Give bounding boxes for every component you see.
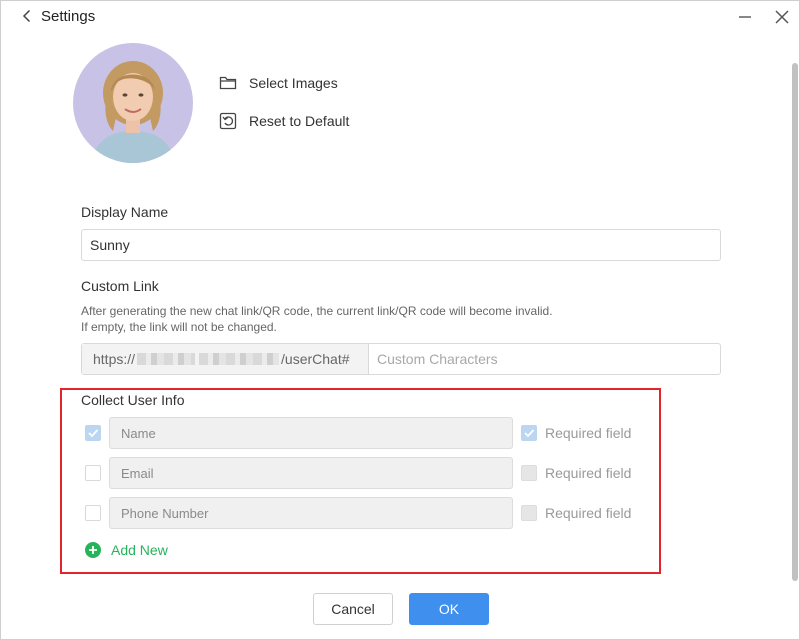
check-icon <box>88 429 99 438</box>
avatar-portrait <box>73 43 193 163</box>
custom-link-hint-2: If empty, the link will not be changed. <box>81 320 277 334</box>
name-required-label: Required field <box>545 425 632 441</box>
email-required-label: Required field <box>545 465 632 481</box>
phone-field-checkbox[interactable] <box>85 505 101 521</box>
email-field-placeholder: Email <box>121 465 154 481</box>
reset-default-label: Reset to Default <box>249 113 350 129</box>
custom-link-prefix: https:// /userChat# <box>82 344 369 374</box>
custom-characters-input[interactable]: Custom Characters <box>369 344 720 374</box>
name-required-checkbox[interactable] <box>521 425 537 441</box>
link-prefix-start: https:// <box>93 351 136 367</box>
select-images-button[interactable]: Select Images <box>219 72 338 94</box>
add-new-label: Add New <box>111 542 168 558</box>
reset-default-button[interactable]: Reset to Default <box>219 110 349 132</box>
close-icon[interactable] <box>774 9 790 25</box>
collect-user-info-label: Collect User Info <box>81 392 185 408</box>
display-name-value: Sunny <box>90 237 130 253</box>
name-field-checkbox[interactable] <box>85 425 101 441</box>
settings-window: Settings Select Images Reset to Default … <box>0 0 800 640</box>
chevron-left-icon[interactable] <box>19 8 35 24</box>
reset-icon <box>219 112 237 130</box>
vertical-scrollbar[interactable] <box>792 63 798 581</box>
cancel-button[interactable]: Cancel <box>313 593 393 625</box>
minimize-icon[interactable] <box>737 9 753 25</box>
display-name-input[interactable]: Sunny <box>81 229 721 261</box>
email-field-checkbox[interactable] <box>85 465 101 481</box>
name-field-placeholder: Name <box>121 425 156 441</box>
custom-link-label: Custom Link <box>81 278 159 294</box>
phone-field-input[interactable]: Phone Number <box>109 497 513 529</box>
avatar[interactable] <box>73 43 193 163</box>
email-required-checkbox[interactable] <box>521 465 537 481</box>
title-bar: Settings <box>1 1 799 33</box>
name-field-input[interactable]: Name <box>109 417 513 449</box>
redacted-host <box>137 353 196 365</box>
phone-required-checkbox[interactable] <box>521 505 537 521</box>
phone-required-label: Required field <box>545 505 632 521</box>
ok-button[interactable]: OK <box>409 593 489 625</box>
redacted-host <box>199 353 280 365</box>
email-field-input[interactable]: Email <box>109 457 513 489</box>
link-prefix-end: /userChat# <box>281 351 350 367</box>
window-title: Settings <box>41 8 96 25</box>
custom-link-hint-1: After generating the new chat link/QR co… <box>81 304 553 318</box>
plus-circle-icon <box>85 542 101 558</box>
phone-field-placeholder: Phone Number <box>121 505 209 521</box>
add-new-button[interactable]: Add New <box>85 541 168 559</box>
select-images-label: Select Images <box>249 75 338 91</box>
check-icon <box>524 429 535 438</box>
folder-icon <box>219 76 237 90</box>
custom-characters-placeholder: Custom Characters <box>377 351 498 367</box>
custom-link-group: https:// /userChat# Custom Characters <box>81 343 721 375</box>
display-name-label: Display Name <box>81 204 169 220</box>
